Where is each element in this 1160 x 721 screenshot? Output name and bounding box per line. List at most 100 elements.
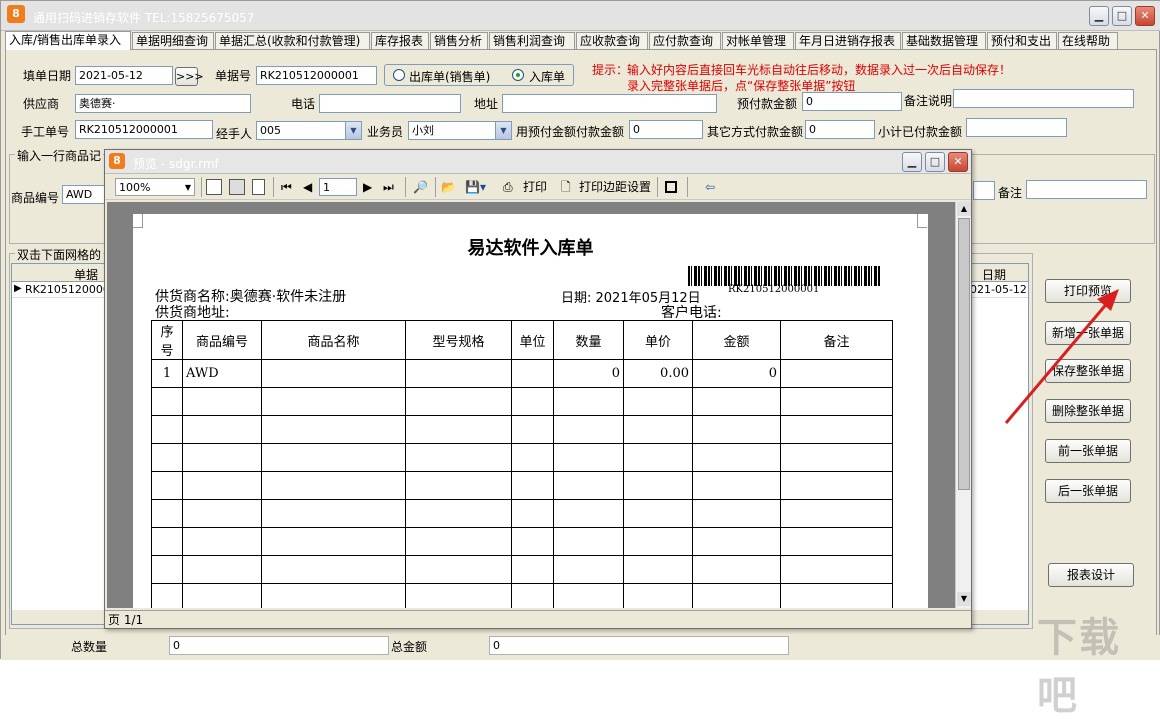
chevron-down-icon[interactable]: ▼ — [495, 122, 511, 139]
preview-canvas[interactable]: 易达软件入库单 RK210512000001 供货商名称:奥德赛·软件未注册 供… — [107, 202, 955, 608]
report-cell: 0.00 — [624, 360, 693, 388]
doc-grid-group-label: 双击下面网格的 — [15, 246, 103, 263]
margin-settings-button[interactable]: 打印边距设置 — [579, 178, 651, 196]
close-button[interactable]: ✕ — [1135, 6, 1155, 26]
maximize-button[interactable]: □ — [1112, 6, 1132, 26]
scroll-thumb[interactable] — [958, 218, 970, 490]
last-page-icon[interactable]: ⏭ — [383, 178, 394, 196]
print-button[interactable]: 打印 — [523, 178, 547, 196]
handler-combo[interactable]: 005 ▼ — [256, 121, 362, 140]
page-number-input[interactable]: 1 — [319, 178, 357, 196]
scroll-up-icon[interactable]: ▲ — [957, 202, 971, 216]
barcode-text: RK210512000001 — [728, 284, 819, 295]
radio-inbound-label[interactable]: 入库单 — [529, 68, 565, 85]
report-page: 易达软件入库单 RK210512000001 供货商名称:奥德赛·软件未注册 供… — [133, 214, 928, 608]
line-remark-field[interactable] — [1026, 180, 1147, 199]
manual-no-field[interactable]: RK210512000001 — [75, 120, 213, 139]
subtotal-label: 小计已付款金额 — [878, 123, 962, 140]
stop-icon[interactable] — [665, 181, 677, 193]
watermark-logo: 下载吧 — [1037, 605, 1159, 721]
preview-maximize-button[interactable]: □ — [925, 152, 945, 172]
exit-icon[interactable]: ⇦ — [705, 178, 715, 196]
print-icon[interactable]: ⎙ — [503, 178, 513, 196]
prev-page-icon[interactable]: ◀ — [303, 178, 312, 196]
preview-minimize-button[interactable]: ▁ — [902, 152, 922, 172]
margin-doc-icon[interactable]: 🗋 — [561, 178, 571, 196]
report-cell — [781, 360, 893, 388]
prepay-label: 预付款金额 — [737, 95, 797, 112]
subtotal-field[interactable] — [966, 118, 1067, 137]
line-entry-group-label: 输入一行商品记 — [15, 147, 103, 164]
page-corner-mark — [133, 214, 143, 228]
date-picker-button[interactable]: >>> — [175, 67, 198, 86]
report-empty-row — [152, 556, 893, 584]
tab-summary[interactable]: 单据汇总(收款和付款管理) — [215, 32, 370, 50]
tab-period-report[interactable]: 年月日进销存报表 — [795, 32, 901, 50]
total-amount-label: 总金额 — [391, 638, 427, 655]
first-page-icon[interactable]: ⏮ — [281, 178, 292, 196]
minimize-button[interactable]: ▁ — [1089, 6, 1109, 26]
next-doc-button[interactable]: 后一张单据 — [1045, 479, 1131, 503]
chevron-down-icon[interactable]: ▼ — [345, 122, 361, 139]
report-cell: 1 — [152, 360, 183, 388]
tab-sales-analysis[interactable]: 销售分析 — [430, 32, 488, 50]
preview-vscrollbar[interactable]: ▲ ▼ — [955, 202, 971, 608]
tab-statement[interactable]: 对帐单管理 — [722, 32, 794, 50]
report-phone: 客户电话: — [661, 302, 722, 322]
grid-col-doc-no[interactable]: 单据 — [74, 266, 98, 283]
page-100-icon[interactable] — [252, 179, 265, 195]
report-col-header: 单价 — [624, 321, 693, 360]
prev-doc-button[interactable]: 前一张单据 — [1045, 439, 1131, 463]
tab-help[interactable]: 在线帮助 — [1058, 32, 1118, 50]
preview-close-button[interactable]: ✕ — [948, 152, 968, 172]
tab-detail-query[interactable]: 单据明细查询 — [132, 32, 214, 50]
page-status: 页 1/1 — [108, 613, 143, 627]
report-col-header: 商品名称 — [262, 321, 406, 360]
salesman-combo[interactable]: 小刘 ▼ — [408, 121, 512, 140]
next-page-icon[interactable]: ▶ — [363, 178, 372, 196]
use-prepay-field[interactable]: 0 — [629, 120, 703, 139]
line-field-hidden[interactable] — [973, 181, 995, 200]
scroll-down-icon[interactable]: ▼ — [957, 592, 971, 606]
window-title: 通用扫码进销存软件 TEL:15825675057 — [33, 9, 254, 26]
radio-inbound[interactable] — [512, 69, 524, 81]
preview-app-icon: 8 — [109, 153, 125, 169]
report-col-header: 商品编号 — [183, 321, 262, 360]
date-field[interactable]: 2021-05-12 — [75, 66, 173, 85]
product-code-field[interactable]: AWD — [62, 185, 106, 204]
open-icon[interactable]: 📂 — [441, 178, 456, 196]
tab-inventory[interactable]: 库存报表 — [371, 32, 429, 50]
phone-label: 电话 — [291, 95, 315, 112]
remark-label: 备注说明 — [904, 92, 952, 109]
phone-field[interactable] — [319, 94, 461, 113]
zoom-icon[interactable]: 🔎 — [413, 178, 428, 196]
radio-outbound-label[interactable]: 出库单(销售单) — [409, 68, 490, 85]
row-pointer-icon: ▶ — [14, 283, 22, 294]
page-width-icon[interactable] — [229, 179, 245, 195]
row-doc-no: RK2105120000 — [25, 283, 110, 296]
prepay-field[interactable]: 0 — [802, 92, 902, 111]
remark-field[interactable] — [953, 89, 1134, 108]
tab-entry[interactable]: 入库/销售出库单录入 — [5, 31, 131, 50]
report-empty-row — [152, 388, 893, 416]
supplier-field[interactable]: 奥德赛· — [75, 94, 251, 113]
toolbar-separator — [657, 177, 658, 197]
radio-outbound[interactable] — [393, 69, 405, 81]
save-icon[interactable]: 💾▾ — [465, 178, 486, 196]
doc-no-field[interactable]: RK210512000001 — [256, 66, 377, 85]
tab-profit[interactable]: 销售利润查询 — [489, 32, 575, 50]
tab-payable[interactable]: 应付款查询 — [649, 32, 721, 50]
other-pay-field[interactable]: 0 — [805, 120, 875, 139]
tab-base-data[interactable]: 基础数据管理 — [902, 32, 986, 50]
page-whole-icon[interactable] — [206, 179, 222, 195]
report-design-button[interactable]: 报表设计 — [1048, 563, 1134, 587]
report-cell: 0 — [693, 360, 781, 388]
address-field[interactable] — [502, 94, 717, 113]
tab-receivable[interactable]: 应收款查询 — [576, 32, 648, 50]
tab-prepay[interactable]: 预付和支出 — [987, 32, 1057, 50]
doc-no-label: 单据号 — [215, 67, 251, 84]
line-remark-label: 备注 — [998, 184, 1022, 201]
zoom-select[interactable]: 100% ▼ — [115, 178, 195, 196]
other-pay-label: 其它方式付款金额 — [707, 123, 803, 140]
supplier-label: 供应商 — [23, 95, 59, 112]
